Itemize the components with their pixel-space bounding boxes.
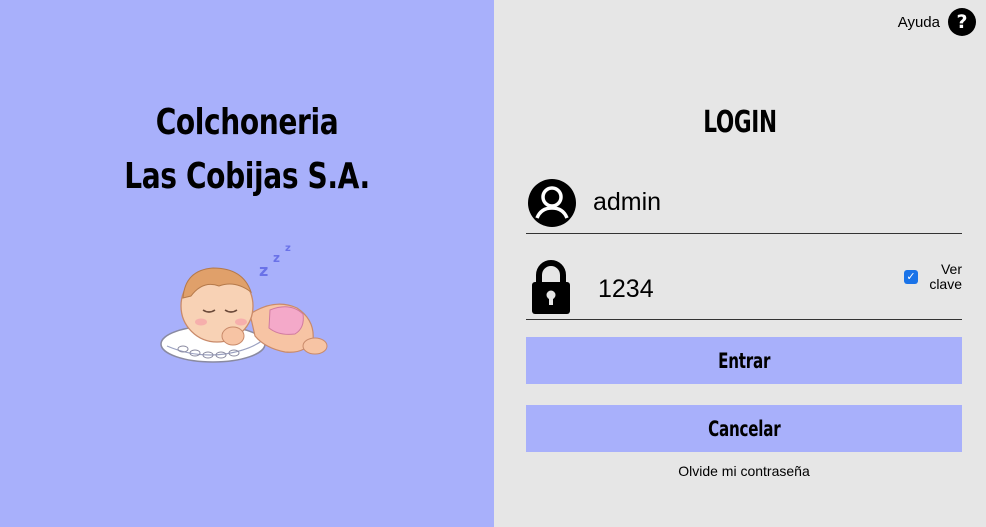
brand-title: Colchoneria Las Cobijas S.A. — [54, 96, 439, 204]
show-password-checkbox[interactable]: ✓ — [904, 270, 918, 284]
username-field — [526, 176, 962, 234]
svg-text:z: z — [259, 261, 268, 280]
cancel-button[interactable]: Cancelar — [526, 405, 962, 452]
lock-icon — [532, 260, 570, 314]
password-input[interactable] — [598, 273, 878, 305]
question-circle-icon[interactable]: ? — [948, 8, 976, 36]
user-icon — [528, 179, 576, 227]
svg-text:z: z — [285, 243, 291, 254]
forgot-password-link[interactable]: Olvide mi contraseña — [526, 463, 962, 479]
username-input[interactable] — [593, 187, 893, 217]
show-password-label-line-2[interactable]: clave — [929, 276, 962, 292]
password-field: ✓ Ver clave — [526, 258, 962, 320]
svg-text:z: z — [273, 251, 280, 265]
help-link[interactable]: Ayuda ? — [898, 8, 976, 36]
login-title: LOGIN — [703, 105, 777, 140]
show-password-label[interactable]: Ver clave — [922, 262, 962, 292]
brand-line-2: Las Cobijas S.A. — [124, 156, 370, 197]
show-password-label-line-1[interactable]: Ver — [941, 261, 962, 277]
brand-line-1: Colchoneria — [155, 102, 339, 143]
show-password-toggle[interactable]: ✓ Ver clave — [904, 262, 962, 292]
brand-panel: Colchoneria Las Cobijas S.A. z z z — [0, 0, 494, 527]
sleeping-baby-logo: z z z — [160, 243, 328, 363]
enter-button-label[interactable]: Entrar — [718, 349, 770, 373]
enter-button[interactable]: Entrar — [526, 337, 962, 384]
help-label[interactable]: Ayuda — [898, 14, 940, 31]
cancel-button-label[interactable]: Cancelar — [708, 417, 781, 441]
